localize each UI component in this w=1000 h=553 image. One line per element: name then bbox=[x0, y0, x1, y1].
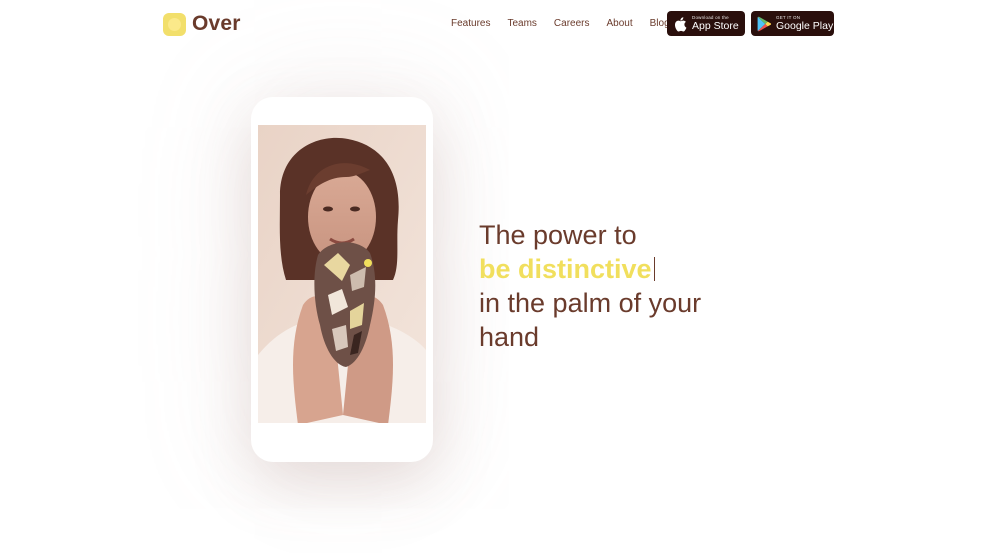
nav-link-teams[interactable]: Teams bbox=[507, 18, 536, 29]
phone-mockup bbox=[251, 97, 433, 462]
google-play-button[interactable]: GET IT ON Google Play bbox=[751, 11, 834, 36]
nav-link-about[interactable]: About bbox=[607, 18, 633, 29]
hero-line-3: in the palm of your bbox=[479, 288, 702, 318]
phone-screen bbox=[258, 125, 426, 423]
google-play-icon bbox=[757, 16, 771, 31]
nav-link-features[interactable]: Features bbox=[451, 18, 490, 29]
google-play-label: Google Play bbox=[776, 20, 834, 32]
woman-holding-foil-photo bbox=[258, 125, 426, 423]
app-store-button[interactable]: Download on the App Store bbox=[667, 11, 745, 36]
hero-headline: The power to be distinctive in the palm … bbox=[479, 218, 779, 354]
typing-caret bbox=[653, 257, 656, 281]
hero-line-2: be distinctive bbox=[479, 252, 779, 286]
app-store-label: App Store bbox=[692, 20, 739, 32]
over-logo-icon bbox=[163, 12, 186, 36]
google-play-small-label: GET IT ON bbox=[776, 14, 801, 20]
hero-line-4: hand bbox=[479, 322, 540, 352]
site-header: Over Features Teams Careers About Blog D… bbox=[0, 0, 1000, 50]
brand-logo-link[interactable]: Over bbox=[163, 11, 241, 37]
main-nav: Features Teams Careers About Blog bbox=[451, 18, 687, 29]
hero-line-1: The power to bbox=[479, 220, 637, 250]
hero-accent-text: be distinctive bbox=[479, 254, 652, 284]
nav-link-careers[interactable]: Careers bbox=[554, 18, 590, 29]
apple-icon bbox=[674, 16, 687, 32]
brand-name: Over bbox=[192, 12, 241, 35]
app-store-small-label: Download on the bbox=[692, 14, 729, 20]
